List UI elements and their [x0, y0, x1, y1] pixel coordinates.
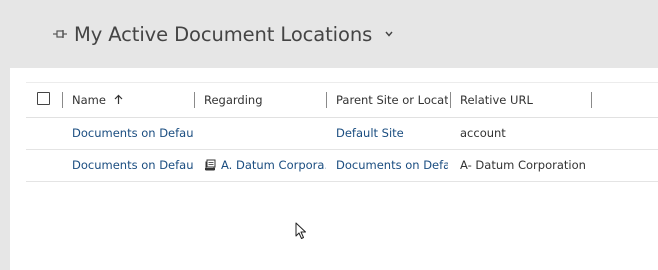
pin-icon[interactable]: [52, 26, 68, 42]
column-header-regarding[interactable]: Regarding: [204, 92, 324, 108]
row-relative-url: A- Datum Corporation (...: [460, 158, 590, 172]
account-record-icon: [204, 159, 216, 171]
mouse-cursor-icon: [295, 222, 306, 239]
row-relative-url: account: [460, 126, 506, 140]
view-title[interactable]: My Active Document Locations: [74, 23, 372, 46]
table-row[interactable]: Documents on Default... Default Site acc…: [26, 117, 658, 150]
column-header-name[interactable]: Name: [72, 92, 190, 108]
sort-ascending-icon: [114, 93, 123, 108]
row-name-link[interactable]: Documents on Default...: [72, 157, 194, 173]
column-separator[interactable]: [194, 92, 195, 108]
row-parent-site-link[interactable]: Documents on Defa...: [336, 157, 448, 173]
row-regarding: [204, 125, 324, 141]
row-regarding-cell: A. Datum Corpora...: [204, 157, 326, 173]
column-separator[interactable]: [326, 92, 327, 108]
column-header-label: Name: [72, 93, 106, 107]
column-separator[interactable]: [450, 92, 451, 108]
column-header-relative-url[interactable]: Relative URL: [460, 92, 590, 108]
column-header-parent-site[interactable]: Parent Site or Locati...: [336, 92, 448, 108]
column-separator[interactable]: [591, 92, 592, 108]
row-parent-site-link[interactable]: Default Site: [336, 125, 448, 141]
row-regarding-link[interactable]: A. Datum Corpora...: [221, 158, 326, 172]
column-separator[interactable]: [62, 92, 63, 108]
row-name-link[interactable]: Documents on Default...: [72, 125, 194, 141]
table-row[interactable]: Documents on Default... A. Datum Corpora…: [26, 149, 658, 182]
view-header: My Active Document Locations: [52, 20, 394, 48]
grid-header: Name Regarding Parent Site or Locati... …: [26, 82, 658, 118]
page: My Active Document Locations Name Regard…: [0, 0, 658, 270]
grid-panel: Name Regarding Parent Site or Locati... …: [10, 68, 658, 270]
chevron-down-icon[interactable]: [384, 29, 394, 39]
select-all-checkbox[interactable]: [37, 92, 50, 105]
